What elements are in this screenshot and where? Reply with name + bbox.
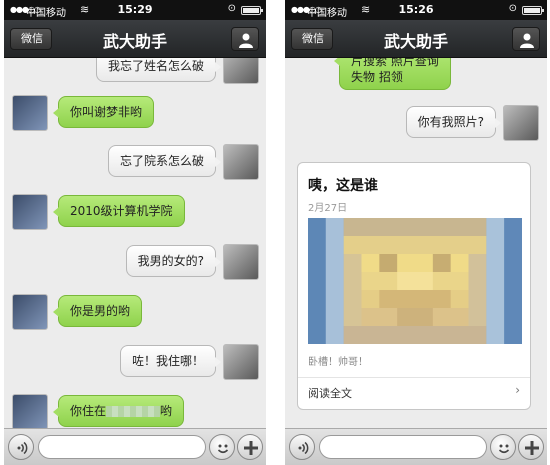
- emoji-button[interactable]: [490, 434, 516, 460]
- person-icon: [239, 33, 253, 48]
- input-bar: [285, 428, 547, 465]
- emoji-icon: [498, 444, 510, 454]
- bot-avatar[interactable]: [12, 95, 48, 131]
- battery-icon: [522, 6, 544, 15]
- card-summary: 卧槽！帅哥！: [308, 357, 368, 368]
- bot-avatar[interactable]: [12, 294, 48, 330]
- message-bubble-received[interactable]: 你住在 哟: [52, 395, 185, 427]
- user-avatar[interactable]: [223, 344, 259, 380]
- more-button[interactable]: [237, 434, 263, 460]
- chat-screen-right: ●●●○○ 中国移动 ≋ 15:26 ⊙ 微信 武大助手 片搜索 照片查询 失物…: [285, 0, 547, 465]
- chat-screen-left: ●●●○○ 中国移动 ≋ 15:29 ⊙ 微信 武大助手 我忘了姓名怎么破 你叫…: [4, 0, 266, 465]
- profile-button[interactable]: [231, 27, 259, 51]
- card-date: 2月27日: [308, 203, 348, 214]
- message-bubble-sent[interactable]: 我男的女的?: [125, 245, 222, 277]
- person-icon: [520, 33, 534, 48]
- user-avatar[interactable]: [223, 244, 259, 280]
- redacted-text: [106, 406, 161, 417]
- message-text: 哟: [160, 404, 173, 418]
- article-card[interactable]: 咦，这是谁 2月27日 卧槽！帅哥！ 阅读全文 ›: [297, 162, 531, 410]
- message-bubble-received[interactable]: 片搜索 照片查询 失物 招领: [334, 58, 451, 90]
- bot-avatar[interactable]: [12, 194, 48, 230]
- message-bubble-sent[interactable]: 忘了院系怎么破: [107, 145, 222, 177]
- message-bubble-received[interactable]: 你叫谢梦非哟: [52, 96, 155, 128]
- rotation-lock-icon: ⊙: [508, 3, 517, 14]
- plus-icon: [525, 441, 539, 455]
- message-bubble-sent[interactable]: 你有我照片?: [405, 106, 502, 138]
- nav-bar: 微信 武大助手: [4, 20, 266, 58]
- message-text: 你住在: [70, 404, 107, 418]
- message-input[interactable]: [319, 435, 487, 459]
- plus-icon: [244, 441, 258, 455]
- user-avatar[interactable]: [223, 58, 259, 84]
- rotation-lock-icon: ⊙: [227, 3, 236, 14]
- card-title: 咦，这是谁: [308, 178, 378, 194]
- divider: [298, 377, 530, 378]
- message-text: 片搜索 照片查询: [351, 58, 439, 68]
- message-list[interactable]: 片搜索 照片查询 失物 招领 你有我照片? 咦，这是谁 2月27日 卧槽！帅哥！…: [285, 58, 547, 428]
- message-bubble-sent[interactable]: 咗！我住哪！: [119, 345, 222, 377]
- voice-icon: [298, 441, 309, 455]
- message-bubble-received[interactable]: 你是男的哟: [52, 295, 143, 327]
- voice-button[interactable]: [289, 434, 315, 460]
- user-avatar[interactable]: [503, 105, 539, 141]
- nav-bar: 微信 武大助手: [285, 20, 547, 58]
- page-title: 武大助手: [383, 32, 448, 51]
- emoji-icon: [217, 444, 229, 454]
- input-bar: [4, 428, 266, 465]
- status-bar: ●●●○○ 中国移动 ≋ 15:26 ⊙: [285, 0, 547, 20]
- profile-button[interactable]: [512, 27, 540, 51]
- more-button[interactable]: [518, 434, 544, 460]
- user-avatar[interactable]: [223, 144, 259, 180]
- status-bar: ●●●○○ 中国移动 ≋ 15:29 ⊙: [4, 0, 266, 20]
- emoji-button[interactable]: [209, 434, 235, 460]
- message-list[interactable]: 我忘了姓名怎么破 你叫谢梦非哟 忘了院系怎么破 2010级计算机学院 我男的女的…: [4, 58, 266, 428]
- message-bubble-received[interactable]: 2010级计算机学院: [53, 195, 185, 227]
- voice-icon: [17, 441, 28, 455]
- voice-button[interactable]: [8, 434, 34, 460]
- read-more-link[interactable]: 阅读全文: [308, 385, 352, 401]
- message-text: 失物 招领: [351, 70, 403, 84]
- bot-avatar[interactable]: [12, 394, 48, 428]
- battery-icon: [241, 6, 263, 15]
- chevron-right-icon: ›: [515, 383, 520, 397]
- message-bubble-sent[interactable]: 我忘了姓名怎么破: [95, 58, 222, 82]
- card-image: [308, 218, 522, 344]
- page-title: 武大助手: [102, 32, 167, 51]
- message-input[interactable]: [38, 435, 206, 459]
